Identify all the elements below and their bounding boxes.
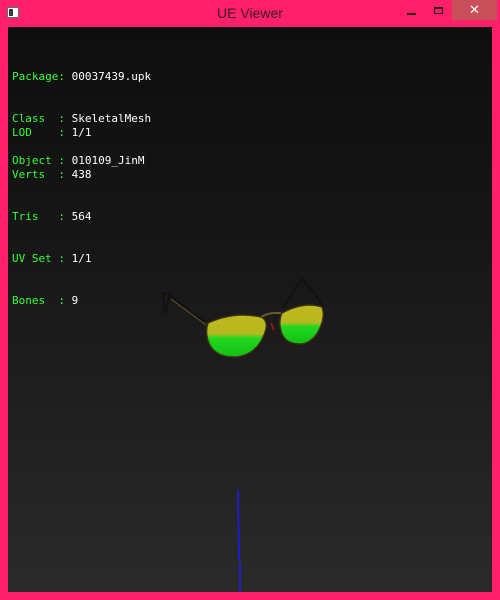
maximize-button[interactable] [425,0,451,21]
3d-viewport[interactable]: Package: 00037439.upk Class : SkeletalMe… [8,27,492,592]
axis-line [237,489,240,561]
close-icon: ✕ [469,2,480,18]
title-bar[interactable]: UE Viewer ✕ [0,0,500,27]
left-temple-arm [161,291,206,323]
maximize-icon [433,7,443,14]
left-lens [205,314,268,358]
minimize-button[interactable] [398,0,424,21]
sunglasses-mesh [161,277,325,592]
hinge [270,322,275,331]
right-lens [278,304,325,345]
close-button[interactable]: ✕ [452,0,497,20]
app-window: UE Viewer ✕ Package: 00037439.upk Class … [0,0,500,600]
minimize-icon [406,12,416,15]
